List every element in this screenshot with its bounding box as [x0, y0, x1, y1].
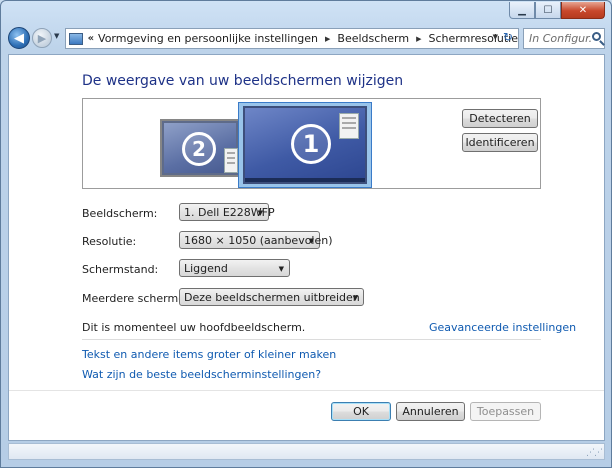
taskbar-preview — [245, 178, 365, 182]
multiple-displays-select[interactable]: Deze beeldschermen uitbreiden ▼ — [179, 288, 364, 306]
address-bar[interactable]: « Vormgeving en persoonlijke instellinge… — [65, 28, 519, 49]
chevron-down-icon: ▼ — [352, 294, 358, 302]
divider — [82, 339, 541, 340]
close-button[interactable]: ✕ — [561, 2, 605, 19]
monitor-1-selection[interactable]: 1 — [238, 102, 372, 188]
resize-grip-icon[interactable]: ⋰⋰ — [586, 448, 603, 458]
monitor-number-badge: 2 — [182, 132, 216, 166]
text-size-link[interactable]: Tekst en andere items groter of kleiner … — [82, 348, 336, 361]
back-button[interactable]: ◀ — [8, 27, 30, 49]
orientation-select-value: Liggend — [184, 261, 228, 275]
window-thumbnail-icon — [339, 113, 359, 139]
window-thumbnail-icon — [224, 148, 238, 173]
status-bar: ⋰⋰ — [8, 443, 605, 460]
breadcrumb-arrow-icon[interactable]: ▶ — [416, 35, 421, 43]
forward-button[interactable]: ▶ — [32, 28, 52, 48]
caption-buttons: ▁ ☐ ✕ — [509, 2, 605, 19]
monitor-arrangement-panel: 2 1 Detecteren Identificeren — [82, 98, 541, 189]
control-panel-window: ▁ ☐ ✕ ◀ ▶ ▼ « Vormgeving en persoonlijke… — [0, 0, 612, 468]
monitor-number-badge: 1 — [291, 124, 331, 164]
ok-button[interactable]: OK — [331, 402, 391, 421]
breadcrumb-appearance[interactable]: Vormgeving en persoonlijke instellingen — [98, 32, 318, 45]
resolution-select[interactable]: 1680 × 1050 (aanbevolen) ▼ — [179, 231, 333, 249]
search-input[interactable]: In Configur... — [523, 28, 605, 49]
monitor-1[interactable]: 1 — [243, 106, 367, 184]
address-dropdown-icon[interactable]: ▼ — [493, 33, 498, 41]
search-icon[interactable] — [592, 32, 601, 41]
monitor-2[interactable]: 2 — [160, 119, 240, 177]
recent-pages-dropdown[interactable]: ▼ — [54, 32, 59, 40]
breadcrumb-arrow-icon[interactable]: ▶ — [325, 35, 330, 43]
chevron-down-icon: ▼ — [308, 237, 314, 245]
search-placeholder: In Configur... — [529, 32, 591, 45]
orientation-select[interactable]: Liggend ▼ — [179, 259, 290, 277]
navigation-bar: ◀ ▶ ▼ « Vormgeving en persoonlijke inste… — [1, 25, 611, 53]
display-select[interactable]: 1. Dell E228WFP ▼ — [179, 203, 275, 221]
refresh-icon[interactable]: ↻ — [500, 30, 516, 44]
advanced-settings-link[interactable]: Geavanceerde instellingen — [429, 321, 576, 334]
identify-button[interactable]: Identificeren — [462, 133, 538, 152]
minimize-button[interactable]: ▁ — [509, 2, 535, 19]
chevron-down-icon: ▼ — [257, 209, 263, 217]
footer-divider — [9, 390, 604, 391]
chevron-down-icon: ▼ — [278, 265, 284, 273]
cancel-button[interactable]: Annuleren — [396, 402, 465, 421]
display-label: Beeldscherm: — [82, 207, 158, 220]
primary-display-status: Dit is momenteel uw hoofdbeeldscherm. — [82, 321, 306, 334]
best-settings-link[interactable]: Wat zijn de beste beeldscherminstellinge… — [82, 368, 321, 381]
detect-button[interactable]: Detecteren — [462, 109, 538, 128]
control-panel-icon — [69, 32, 83, 45]
orientation-label: Schermstand: — [82, 263, 159, 276]
multiple-displays-select-value: Deze beeldschermen uitbreiden — [184, 290, 360, 304]
breadcrumb-display[interactable]: Beeldscherm — [337, 32, 409, 45]
page-title: De weergave van uw beeldschermen wijzige… — [82, 73, 404, 89]
main-content: De weergave van uw beeldschermen wijzige… — [8, 54, 605, 441]
apply-button[interactable]: Toepassen — [470, 402, 541, 421]
maximize-button[interactable]: ☐ — [535, 2, 561, 19]
address-overflow-chevron[interactable]: « — [88, 33, 94, 44]
resolution-label: Resolutie: — [82, 235, 137, 248]
